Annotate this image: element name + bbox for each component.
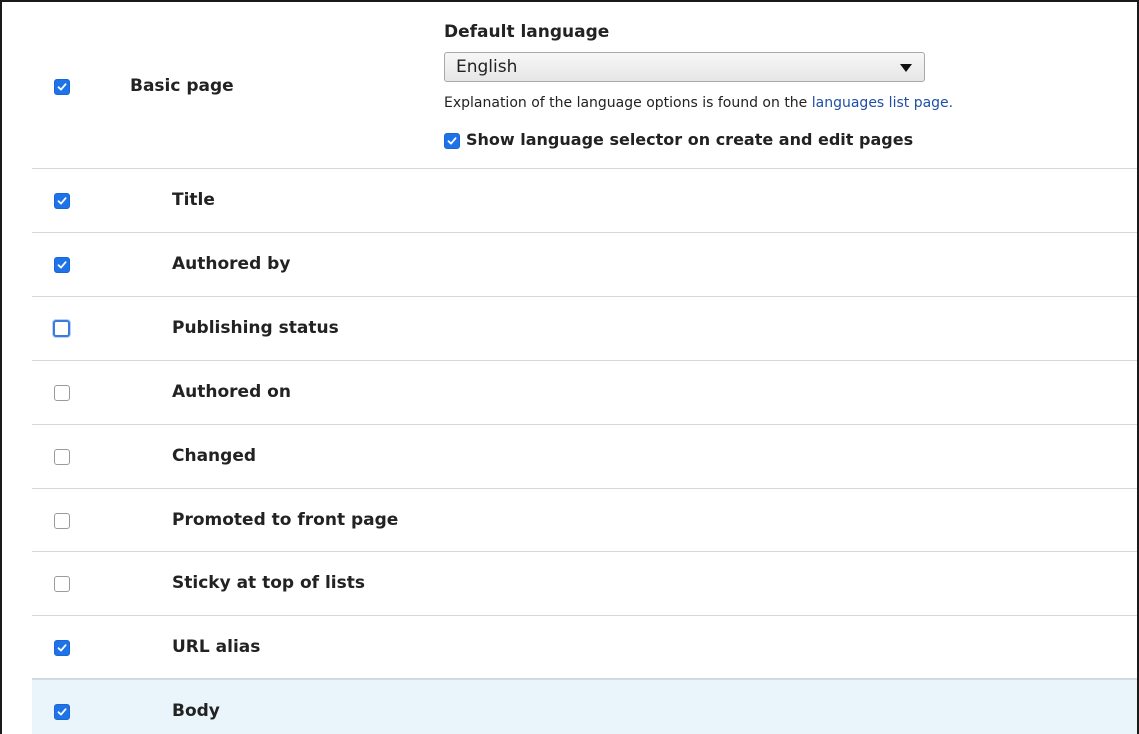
promoted-label: Promoted to front page [172, 510, 399, 530]
checkmark-icon [57, 197, 67, 205]
checkmark-icon [57, 261, 67, 269]
checkmark-icon [57, 644, 67, 652]
changed-label: Changed [172, 446, 257, 466]
checkmark-icon [57, 83, 67, 91]
publishing-status-label: Publishing status [172, 318, 339, 338]
field-row-changed: Changed [32, 425, 1137, 489]
authored-by-checkbox[interactable] [54, 257, 70, 273]
language-options-description: Explanation of the language options is f… [444, 95, 953, 111]
field-row-url-alias: URL alias [32, 616, 1137, 679]
dropdown-arrow-icon [900, 64, 912, 72]
body-label: Body [172, 701, 220, 721]
field-row-promoted: Promoted to front page [32, 489, 1137, 552]
default-language-select[interactable]: English [444, 52, 925, 82]
promoted-checkbox[interactable] [54, 513, 70, 529]
body-checkbox[interactable] [54, 704, 70, 720]
changed-checkbox[interactable] [54, 449, 70, 465]
authored-by-label: Authored by [172, 254, 291, 274]
basic-page-label: Basic page [130, 76, 234, 96]
languages-list-page-link[interactable]: languages list page. [812, 95, 953, 111]
content-language-settings: Basic page Default language English Expl… [0, 0, 1139, 734]
title-label: Title [172, 190, 215, 210]
field-row-sticky: Sticky at top of lists [32, 552, 1137, 616]
default-language-value: English [456, 57, 518, 77]
show-language-selector-checkbox[interactable] [444, 133, 460, 149]
publishing-status-checkbox[interactable] [53, 320, 70, 337]
checkmark-icon [447, 137, 457, 145]
show-language-selector-label: Show language selector on create and edi… [466, 130, 914, 149]
url-alias-label: URL alias [172, 637, 261, 657]
authored-on-label: Authored on [172, 382, 291, 402]
sticky-checkbox[interactable] [54, 576, 70, 592]
field-row-title: Title [32, 169, 1137, 233]
field-row-authored-by: Authored by [32, 233, 1137, 297]
checkmark-icon [57, 708, 67, 716]
field-row-body: Body [32, 679, 1137, 734]
content-type-row-basic-page: Basic page Default language English Expl… [32, 2, 1137, 169]
url-alias-checkbox[interactable] [54, 640, 70, 656]
authored-on-checkbox[interactable] [54, 385, 70, 401]
field-row-publishing-status: Publishing status [32, 297, 1137, 361]
default-language-heading: Default language [444, 22, 610, 42]
description-text: Explanation of the language options is f… [444, 95, 812, 111]
sticky-label: Sticky at top of lists [172, 573, 366, 593]
basic-page-checkbox[interactable] [54, 79, 70, 95]
title-checkbox[interactable] [54, 193, 70, 209]
field-row-authored-on: Authored on [32, 361, 1137, 425]
